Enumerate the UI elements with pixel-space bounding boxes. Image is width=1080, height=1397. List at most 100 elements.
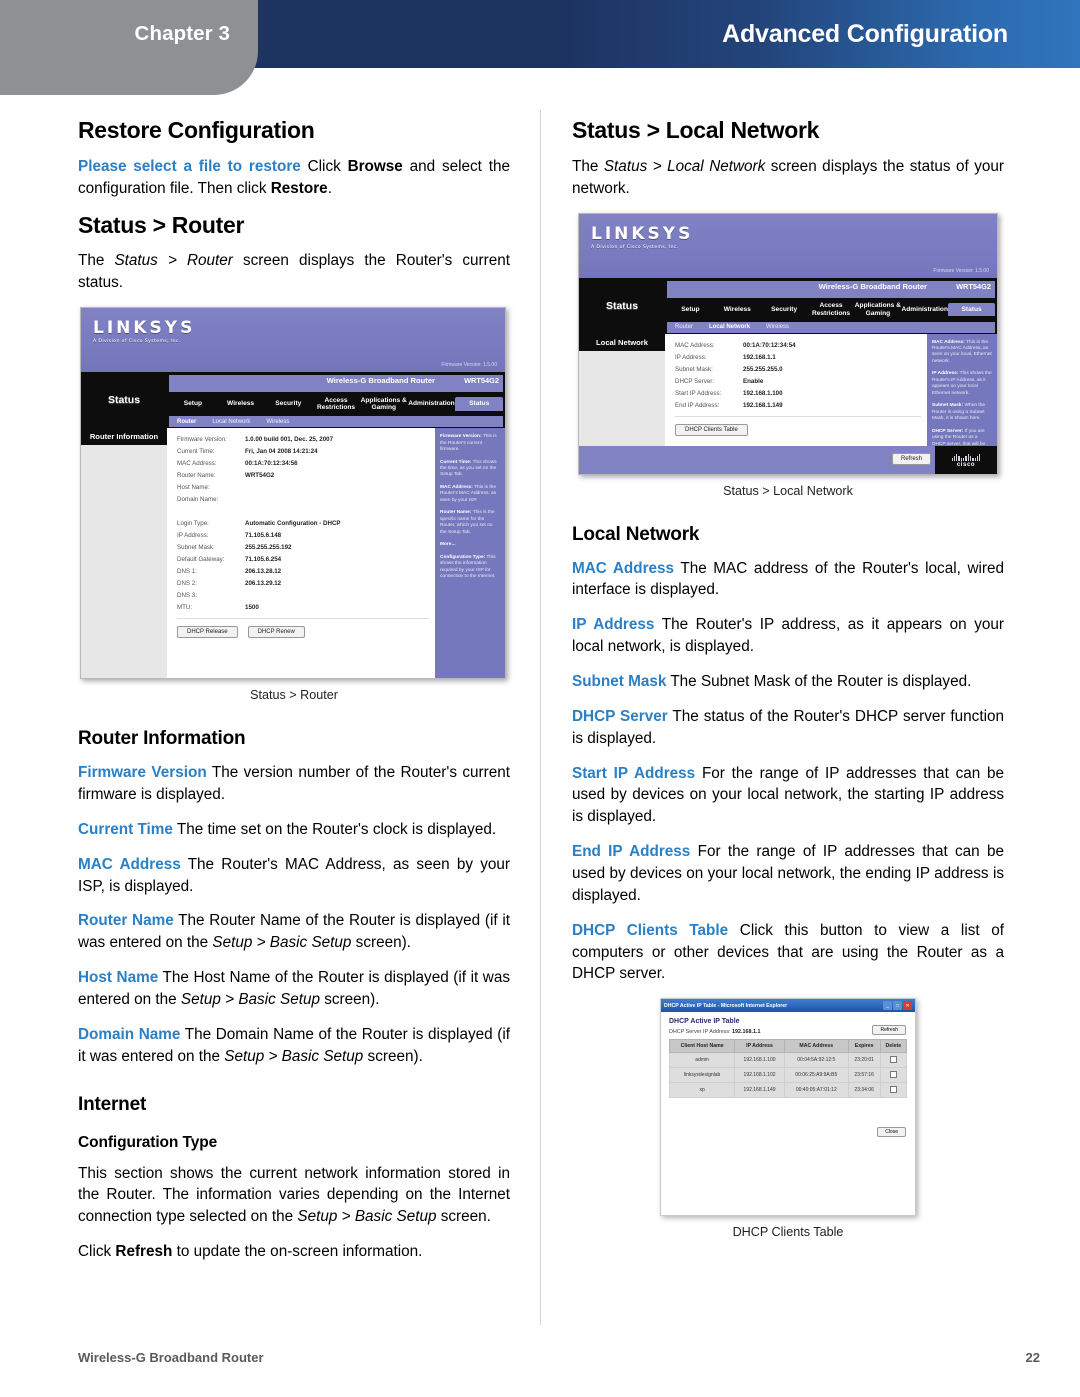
tab-administration[interactable]: Administration xyxy=(408,400,456,408)
subtab-local-network[interactable]: Local Network xyxy=(212,419,250,425)
paragraph-lan-mac-address: MAC Address The MAC address of the Route… xyxy=(572,558,1004,602)
close-icon[interactable]: ✕ xyxy=(903,1001,912,1011)
tab-access-restrictions[interactable]: Access Restrictions xyxy=(808,302,855,317)
router-ui-tabs[interactable]: Setup Wireless Security Access Restricti… xyxy=(169,394,504,414)
cell-delete-checkbox[interactable] xyxy=(879,1067,908,1084)
field-label: Subnet Mask: xyxy=(177,544,215,552)
maximize-icon[interactable]: □ xyxy=(893,1001,902,1011)
window-controls[interactable]: _ □ ✕ xyxy=(883,1001,912,1011)
cell-client-host-name: linksysdesignlab xyxy=(668,1067,736,1084)
cell-client-host-name: admin xyxy=(668,1052,736,1069)
desc-router-name-b: screen). xyxy=(351,934,411,952)
field-label: MTU: xyxy=(177,604,193,612)
router-ui-help-panel: Firmware Version: This is the Router's c… xyxy=(435,428,505,679)
linksys-wordmark: LINKSYS xyxy=(93,318,196,339)
term-firmware-version: Firmware Version xyxy=(78,764,207,782)
config-em: Setup > Basic Setup xyxy=(297,1208,437,1226)
term-dhcp-clients-table: DHCP Clients Table xyxy=(572,921,729,939)
dhcp-clients-table-button[interactable]: DHCP Clients Table xyxy=(675,423,748,436)
checkbox-icon[interactable] xyxy=(889,1085,897,1093)
tab-wireless[interactable]: Wireless xyxy=(217,400,265,408)
term-ip-address: IP Address xyxy=(572,616,655,634)
field-label: Start IP Address: xyxy=(675,389,722,397)
field-row: IP Address: 192.168.1.1 xyxy=(675,354,921,361)
dialog-refresh-button[interactable]: Refresh xyxy=(872,1025,906,1036)
tab-status[interactable]: Status xyxy=(455,397,504,411)
paragraph-current-time: Current Time The time set on the Router'… xyxy=(78,819,510,841)
config-b: screen. xyxy=(436,1208,491,1226)
caption-status-router: Status > Router xyxy=(250,688,338,703)
field-label: DNS 3: xyxy=(177,592,197,600)
help-item: MAC Address: This is the Router's MAC Ad… xyxy=(440,485,500,504)
dhcp-release-button[interactable]: DHCP Release xyxy=(177,626,238,639)
lan-ui-header: LINKSYS A Division of Cisco Systems, Inc.… xyxy=(579,213,997,278)
subtab-router[interactable]: Router xyxy=(675,324,693,330)
screenshot-status-local-network: LINKSYS A Division of Cisco Systems, Inc.… xyxy=(578,212,998,475)
lan-ui-panel-title: Local Network xyxy=(579,333,665,351)
column-header: Delete xyxy=(879,1039,908,1054)
paragraph-lan-subnet-mask: Subnet Mask The Subnet Mask of the Route… xyxy=(572,671,1004,693)
dialog-close-button[interactable]: Close xyxy=(877,1127,906,1138)
cell-delete-checkbox[interactable] xyxy=(879,1082,908,1099)
router-ui-footer: Refresh cisco xyxy=(81,678,505,679)
refresh-button[interactable]: Refresh xyxy=(891,452,931,465)
term-start-ip-address: Start IP Address xyxy=(572,764,696,782)
paragraph-refresh: Click Refresh to update the on-screen in… xyxy=(78,1241,510,1263)
checkbox-icon[interactable] xyxy=(889,1055,897,1063)
tab-applications-gaming[interactable]: Applications & Gaming xyxy=(854,302,901,317)
sr-em: Status > Router xyxy=(114,252,233,270)
tab-applications-gaming[interactable]: Applications & Gaming xyxy=(360,397,408,412)
subtab-wireless[interactable]: Wireless xyxy=(766,324,789,330)
tab-security[interactable]: Security xyxy=(264,400,312,408)
tab-access-restrictions[interactable]: Access Restrictions xyxy=(312,397,360,412)
tab-setup[interactable]: Setup xyxy=(667,306,714,314)
refresh-a: Click xyxy=(78,1243,116,1261)
subtab-wireless[interactable]: Wireless xyxy=(266,419,289,425)
heading-configuration-type: Configuration Type xyxy=(78,1133,218,1151)
dhcp-renew-button[interactable]: DHCP Renew xyxy=(247,626,305,639)
field-row: MAC Address: 00:1A:70:12:34:56 xyxy=(177,460,429,467)
lan-ui-tabs[interactable]: Setup Wireless Security Access Restricti… xyxy=(667,300,996,320)
field-row: DHCP Server: Enable xyxy=(675,378,921,385)
router-ui-fields: Firmware Version: 1.0.00 build 001, Dec. … xyxy=(177,436,429,639)
cell-expires: 23:34:06 xyxy=(847,1082,881,1099)
field-value: 00:1A:70:12:34:54 xyxy=(743,341,796,349)
help-term: DHCP Server: xyxy=(932,428,964,434)
help-term: Firmware Version: xyxy=(440,434,482,440)
desc-host-name-b: screen). xyxy=(319,990,380,1008)
tab-wireless[interactable]: Wireless xyxy=(714,306,761,314)
subtab-router[interactable]: Router xyxy=(177,419,196,425)
minimize-icon[interactable]: _ xyxy=(883,1001,892,1011)
dhcp-server-ip-label: DHCP Server IP Address: xyxy=(669,1029,731,1036)
cisco-logo: cisco xyxy=(935,445,997,474)
tab-setup[interactable]: Setup xyxy=(169,400,217,408)
column-header: Expires xyxy=(847,1039,881,1054)
field-label: Subnet Mask: xyxy=(675,365,713,373)
page-footer: Wireless-G Broadband Router 22 xyxy=(78,1347,1040,1367)
help-term: Router Name: xyxy=(440,510,472,516)
subtab-local-network[interactable]: Local Network xyxy=(709,324,750,330)
field-label: Router Name: xyxy=(177,472,216,480)
cell-delete-checkbox[interactable] xyxy=(879,1052,908,1069)
heading-restore-configuration: Restore Configuration xyxy=(78,117,315,143)
term-please-select-file: Please select a file to restore xyxy=(78,157,301,175)
cell-client-host-name: xp xyxy=(668,1082,736,1099)
field-row: MAC Address: 00:1A:70:12:34:54 xyxy=(675,342,921,349)
tab-administration[interactable]: Administration xyxy=(901,306,948,314)
checkbox-icon[interactable] xyxy=(889,1070,897,1078)
tab-security[interactable]: Security xyxy=(761,306,808,314)
help-more-link[interactable]: More... xyxy=(440,542,455,547)
field-value: 71.105.6.148 xyxy=(245,532,282,540)
lan-ui-subtabs[interactable]: Router Local Network Wireless xyxy=(667,321,995,333)
lan-ui-model: WRT54G2 xyxy=(956,281,991,291)
linksys-logo: LINKSYS A Division of Cisco Systems, Inc. xyxy=(591,224,693,250)
router-ui-subtabs[interactable]: Router Local Network Wireless xyxy=(169,416,503,428)
paragraph-lan-end-ip: End IP Address For the range of IP addre… xyxy=(572,841,1004,907)
paragraph-lan-start-ip: Start IP Address For the range of IP add… xyxy=(572,763,1004,829)
footer-page-number: 22 xyxy=(1025,1349,1040,1365)
tab-status[interactable]: Status xyxy=(948,302,996,317)
router-ui-model: WRT54G2 xyxy=(464,376,499,386)
field-label: MAC Address: xyxy=(675,341,715,349)
field-label: DNS 2: xyxy=(177,580,197,588)
cell-ip-address: 192.168.1.102 xyxy=(734,1067,785,1084)
